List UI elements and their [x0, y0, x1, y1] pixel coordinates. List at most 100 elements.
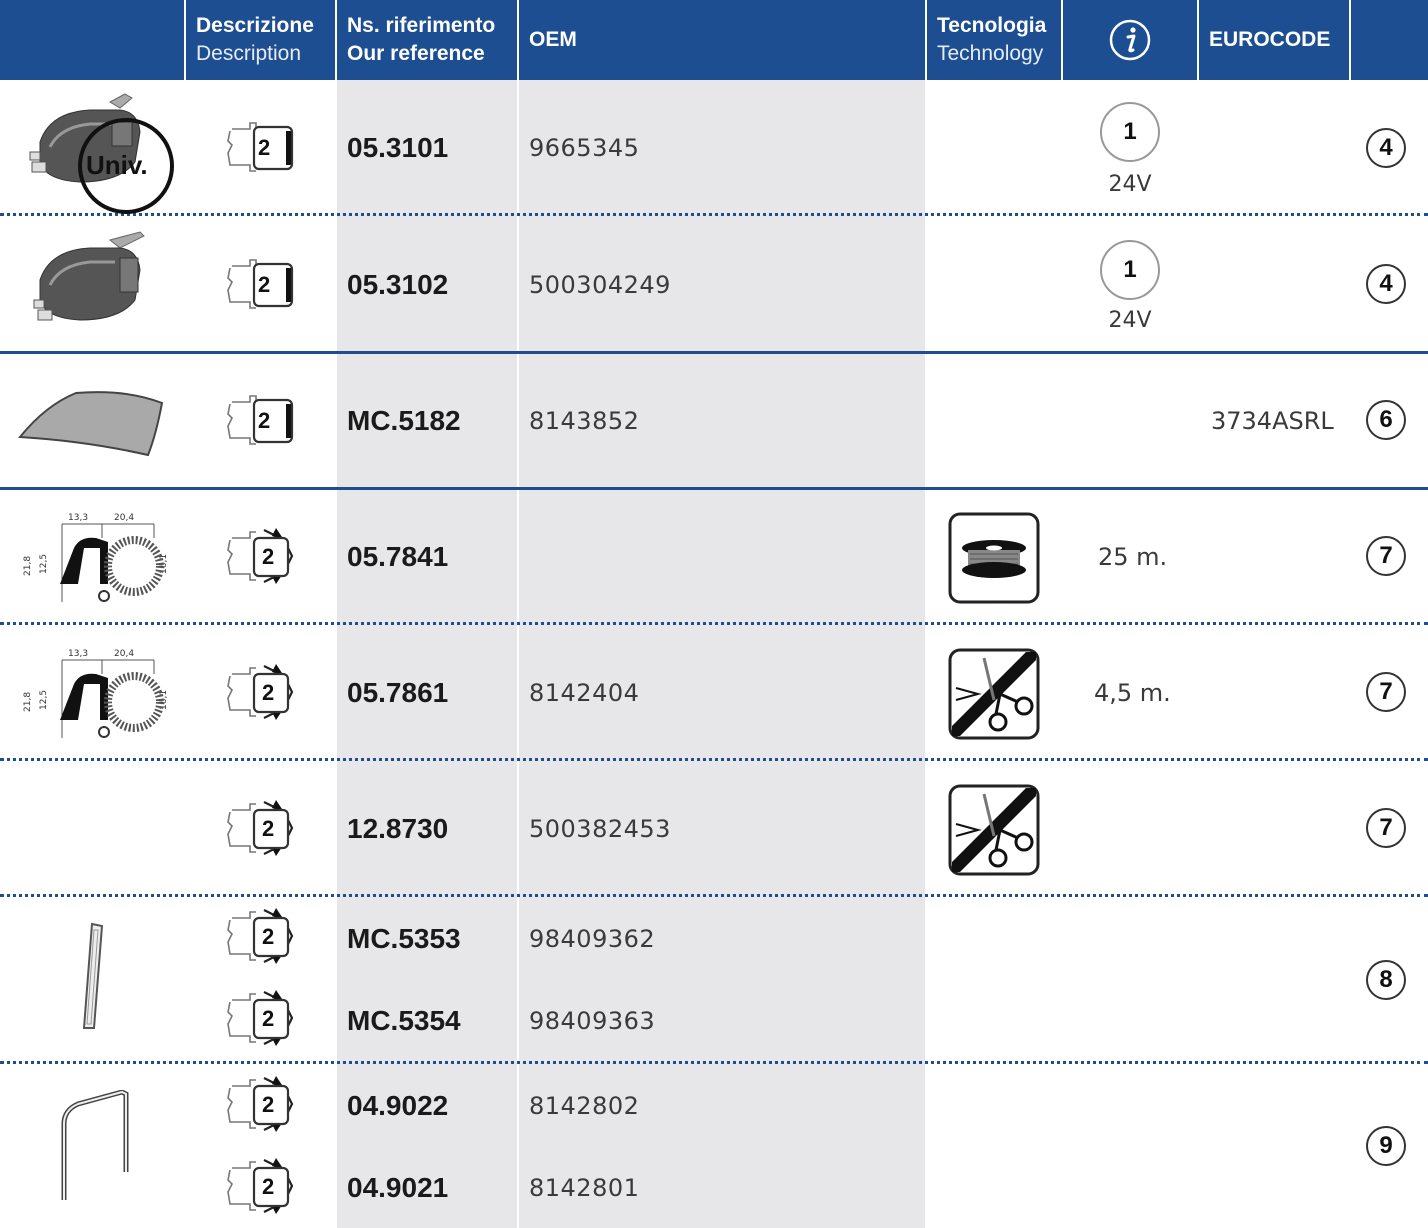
oem-code: 8142801 — [529, 1174, 640, 1202]
package-qty: 2 — [262, 1006, 275, 1031]
length-value: 25 m. — [1098, 543, 1168, 571]
header-divider — [1061, 0, 1063, 80]
scissors-cut-icon — [948, 648, 1040, 740]
header-info — [1063, 0, 1197, 80]
oem-code: 500382453 — [529, 815, 671, 843]
seal-dim: 12,5 — [39, 554, 49, 574]
header-reference-en: Our reference — [347, 42, 485, 65]
package-qty-wrap: 2 — [220, 528, 300, 588]
reference-code: MC.5353 — [347, 923, 461, 954]
package-qty-wrap: 2 — [220, 990, 300, 1050]
package-qty: 2 — [262, 1174, 275, 1199]
package-qty-wrap: 2 — [220, 800, 300, 860]
seal-profile-icon: 13,3 20,4 21,8 12,5 16,1 — [23, 513, 169, 602]
reference-code: 04.9021 — [347, 1172, 449, 1203]
oem-code: 8142802 — [529, 1092, 640, 1120]
page-badge: 6 — [1366, 400, 1406, 440]
page-badge: 7 — [1366, 808, 1406, 848]
header-divider — [1197, 0, 1199, 80]
header-reference-it: Ns. riferimento — [347, 14, 496, 37]
header-technology-en: Technology — [937, 42, 1044, 65]
page-badge: 4 — [1366, 264, 1406, 304]
info-icon — [1109, 19, 1151, 61]
package-qty: 2 — [258, 408, 271, 433]
seal-dim: 13,3 — [68, 649, 88, 659]
reference-code: 05.3102 — [347, 269, 449, 300]
seal-dim: 20,4 — [114, 513, 134, 523]
info-circle: 1 — [1100, 240, 1160, 300]
group-separator — [0, 351, 1428, 354]
package-qty: 2 — [262, 1092, 275, 1117]
universal-label: Univ. — [86, 150, 148, 180]
package-qty-wrap: 2 — [220, 1158, 300, 1218]
reference-column-bg — [337, 80, 925, 1228]
eurocode-value: 3734ASRL — [1211, 407, 1334, 435]
washer-pump-icon — [33, 231, 145, 321]
header-reference: Ns. riferimento Our reference — [337, 0, 517, 80]
row-separator — [0, 758, 1428, 761]
header-description: Descrizione Description — [186, 0, 336, 80]
header-eurocode-label: EUROCODE — [1209, 28, 1331, 51]
seal-dim: 13,3 — [68, 513, 88, 523]
package-qty-wrap: 2 — [220, 908, 300, 968]
group-separator — [0, 487, 1428, 490]
seal-dim: 20,4 — [114, 649, 134, 659]
page-badge: 9 — [1366, 1126, 1406, 1166]
package-qty-wrap: 2 — [220, 119, 300, 179]
package-qty: 2 — [262, 924, 275, 949]
row-separator — [0, 894, 1428, 897]
package-qty-wrap: 2 — [220, 392, 300, 452]
row-separator — [0, 622, 1428, 625]
reference-column-divider — [517, 80, 519, 1228]
seal-dim: 21,8 — [23, 556, 33, 576]
scissors-cut-icon — [948, 784, 1040, 876]
reference-code: 05.3101 — [347, 132, 449, 163]
page-badge: 7 — [1366, 672, 1406, 712]
oem-code: 98409363 — [529, 1007, 656, 1035]
header-divider — [517, 0, 519, 80]
row-separator — [0, 1061, 1428, 1064]
bracket-icon — [61, 1090, 129, 1200]
header-description-en: Description — [196, 42, 302, 65]
oem-code: 8142404 — [529, 679, 640, 707]
package-qty: 2 — [262, 680, 275, 705]
package-qty: 2 — [262, 544, 275, 569]
reference-code: MC.5182 — [347, 405, 461, 436]
reference-code: 05.7841 — [347, 541, 449, 572]
oem-code: 98409362 — [529, 925, 656, 953]
header-description-it: Descrizione — [196, 14, 314, 37]
reference-code: 04.9022 — [347, 1090, 449, 1121]
page-badge: 8 — [1366, 960, 1406, 1000]
row-separator — [0, 213, 1428, 216]
seal-dim: 21,8 — [23, 692, 33, 712]
reference-code: 12.8730 — [347, 813, 449, 844]
header-technology: Tecnologia Technology — [927, 0, 1061, 80]
windscreen-icon — [17, 391, 164, 457]
seal-dim: 12,5 — [39, 690, 49, 710]
header-divider — [925, 0, 927, 80]
oem-code: 500304249 — [529, 271, 671, 299]
package-qty: 2 — [262, 816, 275, 841]
oem-code: 8143852 — [529, 407, 640, 435]
package-qty: 2 — [258, 135, 271, 160]
seal-profile-icon: 13,3 20,4 21,8 12,5 16,1 — [23, 649, 169, 738]
header-divider — [1349, 0, 1351, 80]
reference-code: MC.5354 — [347, 1005, 461, 1036]
oem-code: 9665345 — [529, 134, 640, 162]
header-oem: OEM — [519, 0, 925, 80]
spool-icon — [948, 512, 1040, 604]
length-value: 4,5 m. — [1094, 679, 1171, 707]
package-qty: 2 — [258, 272, 271, 297]
header-oem-label: OEM — [529, 28, 577, 51]
header-divider — [184, 0, 186, 80]
strip-icon — [82, 922, 104, 1029]
info-circle: 1 — [1100, 102, 1160, 162]
voltage: 24V — [1108, 308, 1152, 333]
package-qty-wrap: 2 — [220, 664, 300, 724]
reference-code: 05.7861 — [347, 677, 449, 708]
header-technology-it: Tecnologia — [937, 14, 1047, 37]
voltage: 24V — [1108, 172, 1152, 197]
package-qty-wrap: 2 — [220, 256, 300, 316]
page-badge: 7 — [1366, 536, 1406, 576]
header-eurocode: EUROCODE — [1199, 0, 1349, 80]
